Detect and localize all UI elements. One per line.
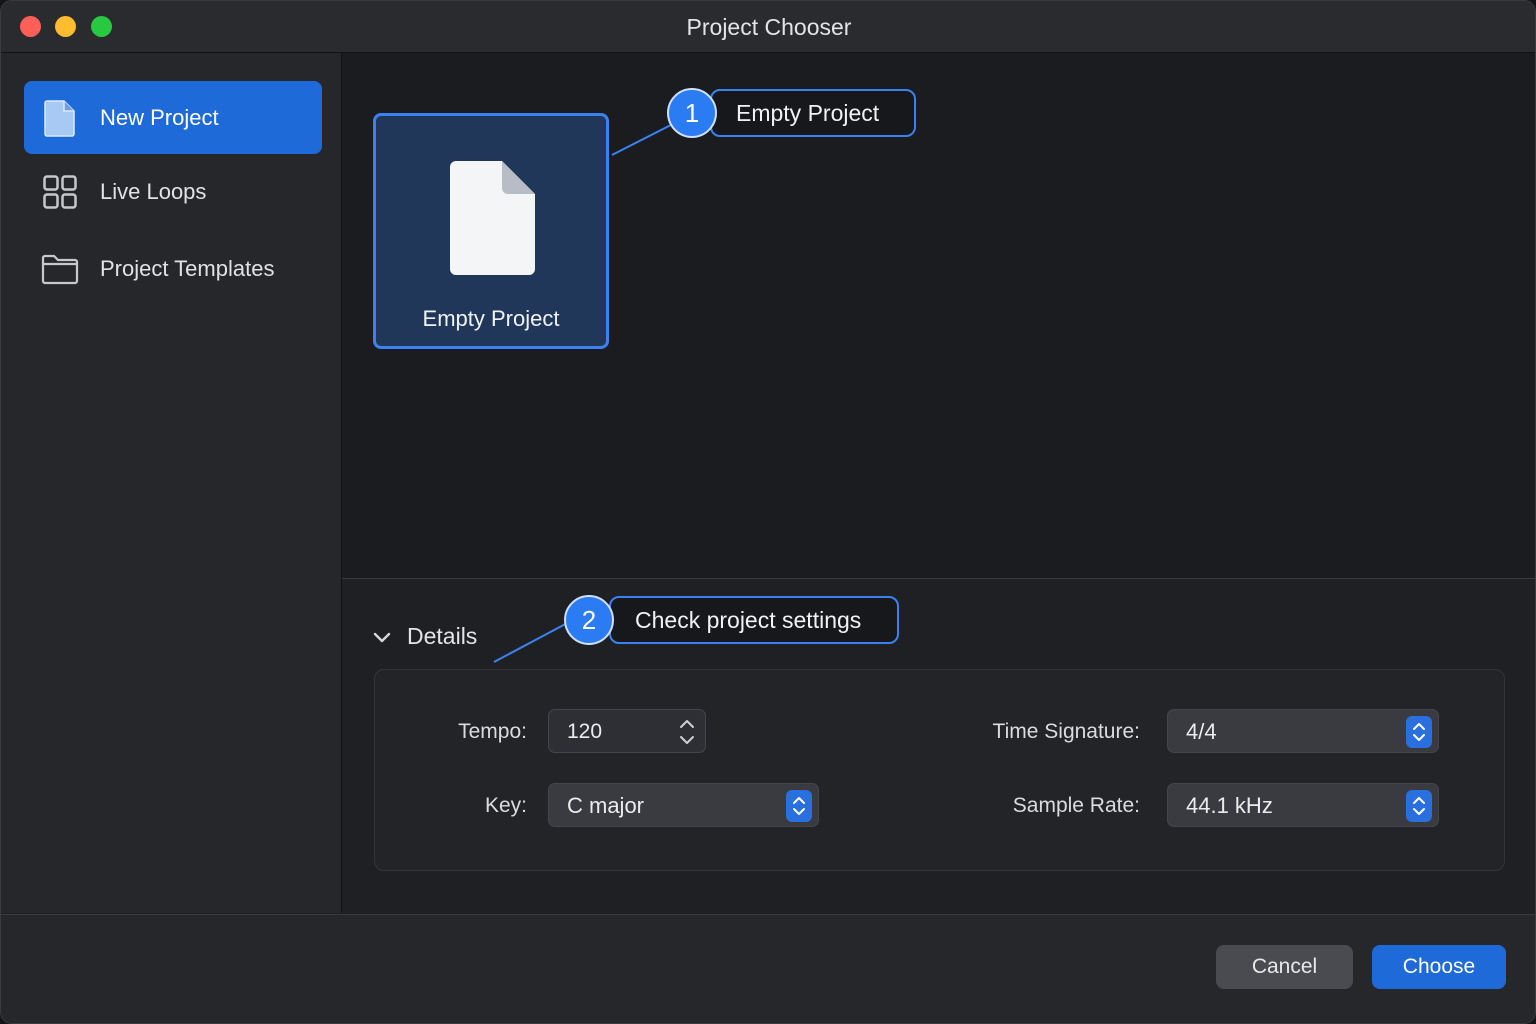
empty-project-tile[interactable]: Empty Project (373, 113, 609, 349)
folder-icon (40, 249, 80, 289)
sidebar-item-new-project[interactable]: New Project (24, 81, 322, 154)
tempo-value: 120 (567, 720, 603, 743)
key-value: C major (567, 793, 645, 818)
project-chooser-window: Project Chooser New Project Live Loops P… (0, 0, 1536, 1024)
time-signature-select[interactable]: 4/4 (1167, 709, 1439, 753)
callout-1-box: Empty Project (710, 89, 916, 137)
chevron-down-icon (373, 623, 391, 650)
details-label: Details (407, 623, 478, 649)
project-grid: Empty Project (342, 53, 1535, 578)
callout-2-text: Check project settings (635, 606, 862, 633)
key-select[interactable]: C major (548, 783, 819, 827)
details-panel (374, 669, 1505, 871)
key-label: Key: (484, 794, 527, 817)
document-icon (450, 161, 536, 281)
callout-2-badge: 2 (564, 595, 614, 645)
callout-1-number: 1 (684, 97, 700, 128)
window-title: Project Chooser (686, 14, 852, 40)
sample-rate-label: Sample Rate: (1012, 794, 1140, 817)
sidebar: New Project Live Loops Project Templates (1, 53, 342, 913)
select-arrows-icon (1406, 716, 1432, 748)
sidebar-item-label: Live Loops (100, 178, 207, 204)
callout-1-badge: 1 (667, 88, 717, 138)
sample-rate-select[interactable]: 44.1 kHz (1167, 783, 1439, 827)
sidebar-item-live-loops[interactable]: Live Loops (24, 155, 322, 228)
sample-rate-value: 44.1 kHz (1186, 793, 1273, 818)
grid-icon (40, 172, 80, 212)
callout-2-box: Check project settings (609, 596, 899, 644)
select-arrows-icon (1406, 790, 1432, 822)
details-disclosure[interactable]: Details (373, 623, 477, 650)
sidebar-item-label: New Project (100, 104, 219, 130)
tile-label: Empty Project (422, 306, 560, 331)
choose-button[interactable]: Choose (1372, 945, 1506, 989)
cancel-button[interactable]: Cancel (1216, 945, 1353, 989)
callout-2-number: 2 (581, 604, 597, 635)
callout-1-text: Empty Project (736, 99, 880, 126)
title-bar: Project Chooser (1, 1, 1535, 53)
select-arrows-icon (786, 790, 812, 822)
document-icon (40, 98, 80, 138)
stepper-arrows-icon[interactable] (675, 716, 699, 748)
time-signature-label: Time Signature: (992, 720, 1140, 743)
sidebar-item-project-templates[interactable]: Project Templates (24, 232, 322, 305)
tempo-label: Tempo: (458, 720, 527, 743)
tempo-stepper[interactable]: 120 (548, 709, 706, 753)
time-signature-value: 4/4 (1186, 719, 1217, 744)
sidebar-item-label: Project Templates (100, 255, 275, 281)
